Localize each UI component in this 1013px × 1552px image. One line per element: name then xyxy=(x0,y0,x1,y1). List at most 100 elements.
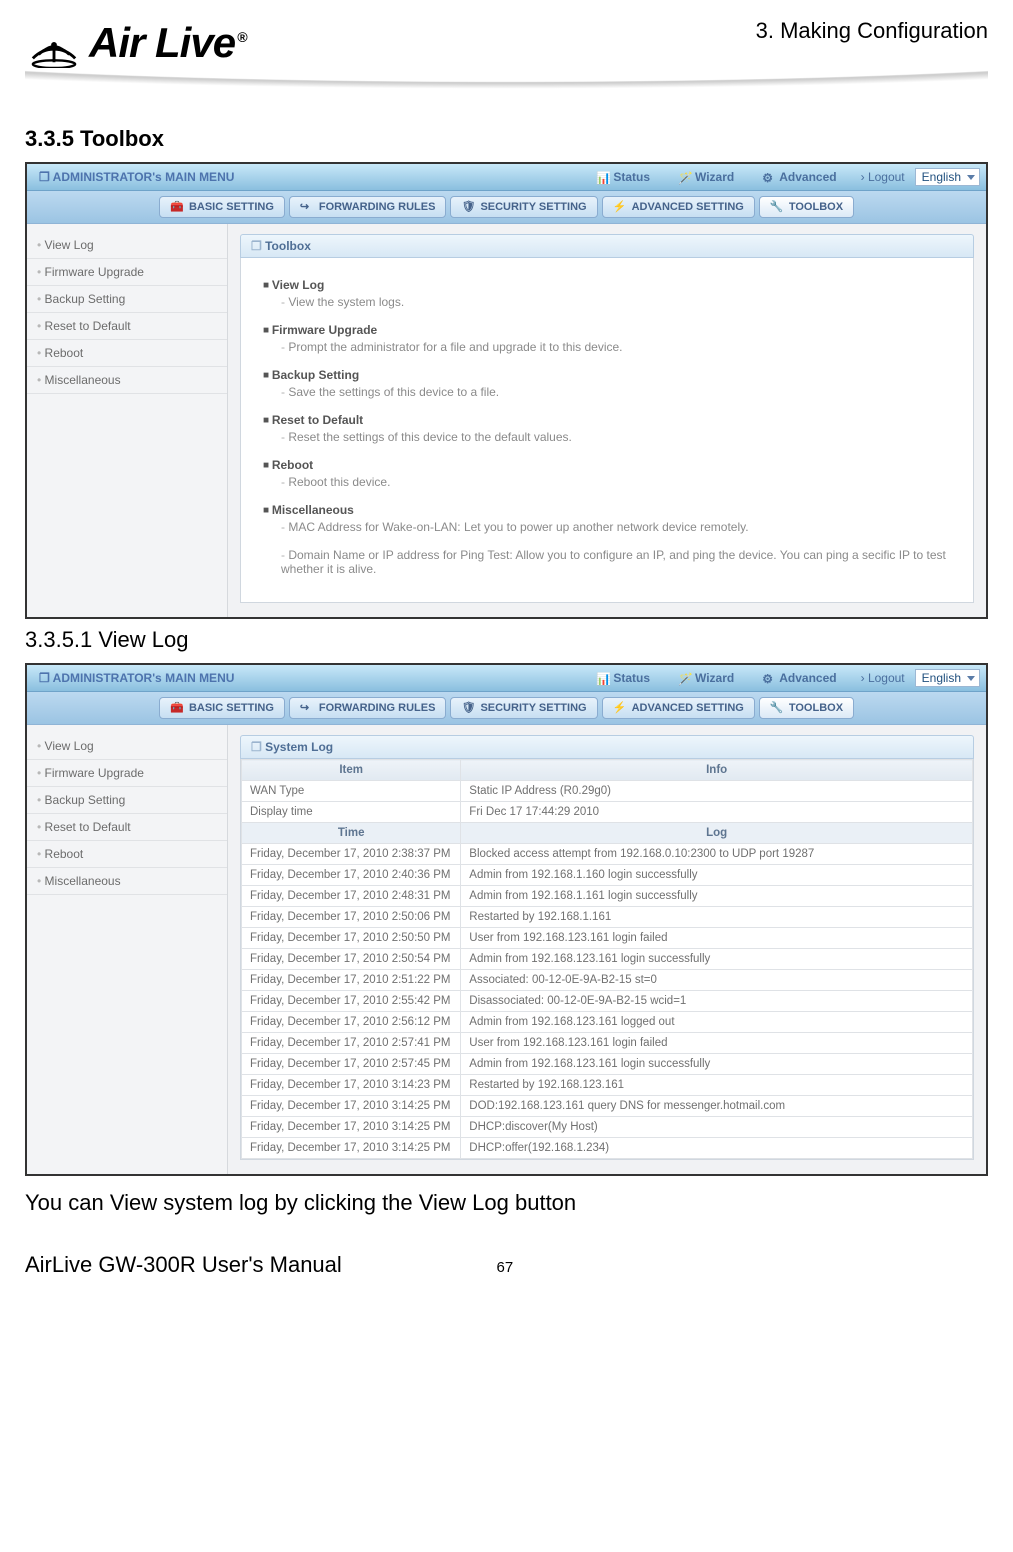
menu-advanced[interactable]: ⚙Advanced xyxy=(748,170,850,184)
feature-item: Firmware Upgrade Prompt the administrator… xyxy=(263,323,951,354)
menu-status[interactable]: 📊Status xyxy=(582,170,664,184)
table-cell: Disassociated: 00-12-0E-9A-B2-15 wcid=1 xyxy=(461,991,973,1012)
menu-wizard[interactable]: 🪄Wizard xyxy=(664,170,748,184)
feature-item: Backup SettingSave the settings of this … xyxy=(263,368,951,399)
sidebar-item-view-log[interactable]: View Log xyxy=(27,232,227,259)
brand-text: Air Live® xyxy=(89,19,246,67)
brand-logo: Air Live® xyxy=(25,18,246,68)
menu-wizard[interactable]: 🪄Wizard xyxy=(664,671,748,685)
feature-title: Reset to Default xyxy=(263,413,951,427)
subheading-view-log: 3.3.5.1 View Log xyxy=(25,627,988,653)
table-row: Friday, December 17, 2010 3:14:25 PMDHCP… xyxy=(242,1117,973,1138)
menu-advanced[interactable]: ⚙Advanced xyxy=(748,671,850,685)
table-row: Friday, December 17, 2010 2:48:31 PMAdmi… xyxy=(242,886,973,907)
table-cell: Friday, December 17, 2010 3:14:25 PM xyxy=(242,1096,461,1117)
sidebar-item-reset-to-default[interactable]: Reset to Default xyxy=(27,814,227,841)
table-cell: Friday, December 17, 2010 2:57:41 PM xyxy=(242,1033,461,1054)
sidebar-item-backup-setting[interactable]: Backup Setting xyxy=(27,787,227,814)
gear-icon: 🧰 xyxy=(170,200,184,214)
sidebar-item-firmware-upgrade[interactable]: Firmware Upgrade xyxy=(27,760,227,787)
body-text: You can View system log by clicking the … xyxy=(25,1190,988,1216)
language-select[interactable]: English xyxy=(915,669,980,687)
table-cell: Display time xyxy=(242,802,461,823)
logout-link[interactable]: › Logout xyxy=(851,671,915,685)
admin-title: ❐ ADMINISTRATOR's MAIN MENU xyxy=(27,170,246,184)
col-item: Item xyxy=(242,760,461,781)
screenshot-toolbox: ❐ ADMINISTRATOR's MAIN MENU 📊Status 🪄Wiz… xyxy=(25,162,988,619)
table-cell: Friday, December 17, 2010 2:38:37 PM xyxy=(242,844,461,865)
shield-icon: 🛡 xyxy=(461,200,475,214)
sidebar-item-reboot[interactable]: Reboot xyxy=(27,841,227,868)
wizard-icon: 🪄 xyxy=(678,672,690,684)
table-row: WAN TypeStatic IP Address (R0.29g0) xyxy=(242,781,973,802)
admin-sidebar: View Log Firmware Upgrade Backup Setting… xyxy=(27,224,228,617)
wizard-icon: 🪄 xyxy=(678,171,690,183)
page-number: 67 xyxy=(497,1259,514,1276)
sidebar-item-backup-setting[interactable]: Backup Setting xyxy=(27,286,227,313)
tab-forwarding-rules[interactable]: ↪FORWARDING RULES xyxy=(289,697,447,719)
tab-security-setting[interactable]: 🛡SECURITY SETTING xyxy=(450,697,597,719)
table-cell: Friday, December 17, 2010 3:14:23 PM xyxy=(242,1075,461,1096)
panel-title-toolbox: Toolbox xyxy=(240,234,974,258)
sidebar-item-view-log[interactable]: View Log xyxy=(27,733,227,760)
feature-item: MiscellaneousMAC Address for Wake-on-LAN… xyxy=(263,503,951,534)
feature-title: Firmware Upgrade xyxy=(263,323,951,337)
sidebar-item-miscellaneous[interactable]: Miscellaneous xyxy=(27,367,227,394)
feature-desc: Prompt the administrator for a file and … xyxy=(281,340,951,354)
table-cell: DOD:192.168.123.161 query DNS for messen… xyxy=(461,1096,973,1117)
admin-subnav: 🧰BASIC SETTING ↪FORWARDING RULES 🛡SECURI… xyxy=(27,692,986,725)
feature-item: Reboot Reboot this device. xyxy=(263,458,951,489)
feature-desc: Reset the settings of this device to the… xyxy=(281,430,951,444)
gear-icon: 🧰 xyxy=(170,701,184,715)
table-cell: User from 192.168.123.161 login failed xyxy=(461,928,973,949)
feature-title: Backup Setting xyxy=(263,368,951,382)
sidebar-item-miscellaneous[interactable]: Miscellaneous xyxy=(27,868,227,895)
forward-icon: ↪ xyxy=(300,200,314,214)
feature-item: View LogView the system logs. xyxy=(263,278,951,309)
advanced-icon: ⚡ xyxy=(613,701,627,715)
sidebar-item-reset-to-default[interactable]: Reset to Default xyxy=(27,313,227,340)
sidebar-item-reboot[interactable]: Reboot xyxy=(27,340,227,367)
table-row: Display timeFri Dec 17 17:44:29 2010 xyxy=(242,802,973,823)
advanced-icon: ⚙ xyxy=(762,672,774,684)
header-divider xyxy=(25,70,988,102)
feature-desc: View the system logs. xyxy=(281,295,951,309)
sidebar-item-firmware-upgrade[interactable]: Firmware Upgrade xyxy=(27,259,227,286)
tab-basic-setting[interactable]: 🧰BASIC SETTING xyxy=(159,196,285,218)
table-cell: Admin from 192.168.1.160 login successfu… xyxy=(461,865,973,886)
panel-body-toolbox: View LogView the system logs. Firmware Up… xyxy=(240,258,974,603)
table-cell: Restarted by 192.168.123.161 xyxy=(461,1075,973,1096)
table-row: Friday, December 17, 2010 3:14:25 PMDHCP… xyxy=(242,1138,973,1159)
forward-icon: ↪ xyxy=(300,701,314,715)
table-cell: Friday, December 17, 2010 3:14:25 PM xyxy=(242,1117,461,1138)
menu-status[interactable]: 📊Status xyxy=(582,671,664,685)
feature-title: Reboot xyxy=(263,458,951,472)
tab-toolbox[interactable]: 🔧TOOLBOX xyxy=(759,196,854,218)
tab-toolbox[interactable]: 🔧TOOLBOX xyxy=(759,697,854,719)
tab-security-setting[interactable]: 🛡SECURITY SETTING xyxy=(450,196,597,218)
signal-icon xyxy=(25,18,83,68)
tab-basic-setting[interactable]: 🧰BASIC SETTING xyxy=(159,697,285,719)
tab-forwarding-rules[interactable]: ↪FORWARDING RULES xyxy=(289,196,447,218)
tab-advanced-setting[interactable]: ⚡ADVANCED SETTING xyxy=(602,697,755,719)
table-row: Friday, December 17, 2010 2:38:37 PMBloc… xyxy=(242,844,973,865)
feature-desc: MAC Address for Wake-on-LAN: Let you to … xyxy=(281,520,951,534)
toolbox-icon: 🔧 xyxy=(770,200,784,214)
admin-subnav: 🧰BASIC SETTING ↪FORWARDING RULES 🛡SECURI… xyxy=(27,191,986,224)
table-cell: Friday, December 17, 2010 2:56:12 PM xyxy=(242,1012,461,1033)
table-cell: DHCP:offer(192.168.1.234) xyxy=(461,1138,973,1159)
table-row: Friday, December 17, 2010 2:50:50 PMUser… xyxy=(242,928,973,949)
status-icon: 📊 xyxy=(596,171,608,183)
feature-desc: Reboot this device. xyxy=(281,475,951,489)
admin-menubar: ❐ ADMINISTRATOR's MAIN MENU 📊Status 🪄Wiz… xyxy=(27,164,986,191)
feature-desc: Domain Name or IP address for Ping Test:… xyxy=(281,548,951,576)
language-select[interactable]: English xyxy=(915,168,980,186)
footer-manual-title: AirLive GW-300R User's Manual xyxy=(25,1252,342,1278)
toolbox-icon: 🔧 xyxy=(770,701,784,715)
section-heading: 3.3.5 Toolbox xyxy=(25,126,988,152)
tab-advanced-setting[interactable]: ⚡ADVANCED SETTING xyxy=(602,196,755,218)
table-cell: Restarted by 192.168.1.161 xyxy=(461,907,973,928)
logout-link[interactable]: › Logout xyxy=(851,170,915,184)
table-row: Friday, December 17, 2010 2:51:22 PMAsso… xyxy=(242,970,973,991)
table-cell: User from 192.168.123.161 login failed xyxy=(461,1033,973,1054)
